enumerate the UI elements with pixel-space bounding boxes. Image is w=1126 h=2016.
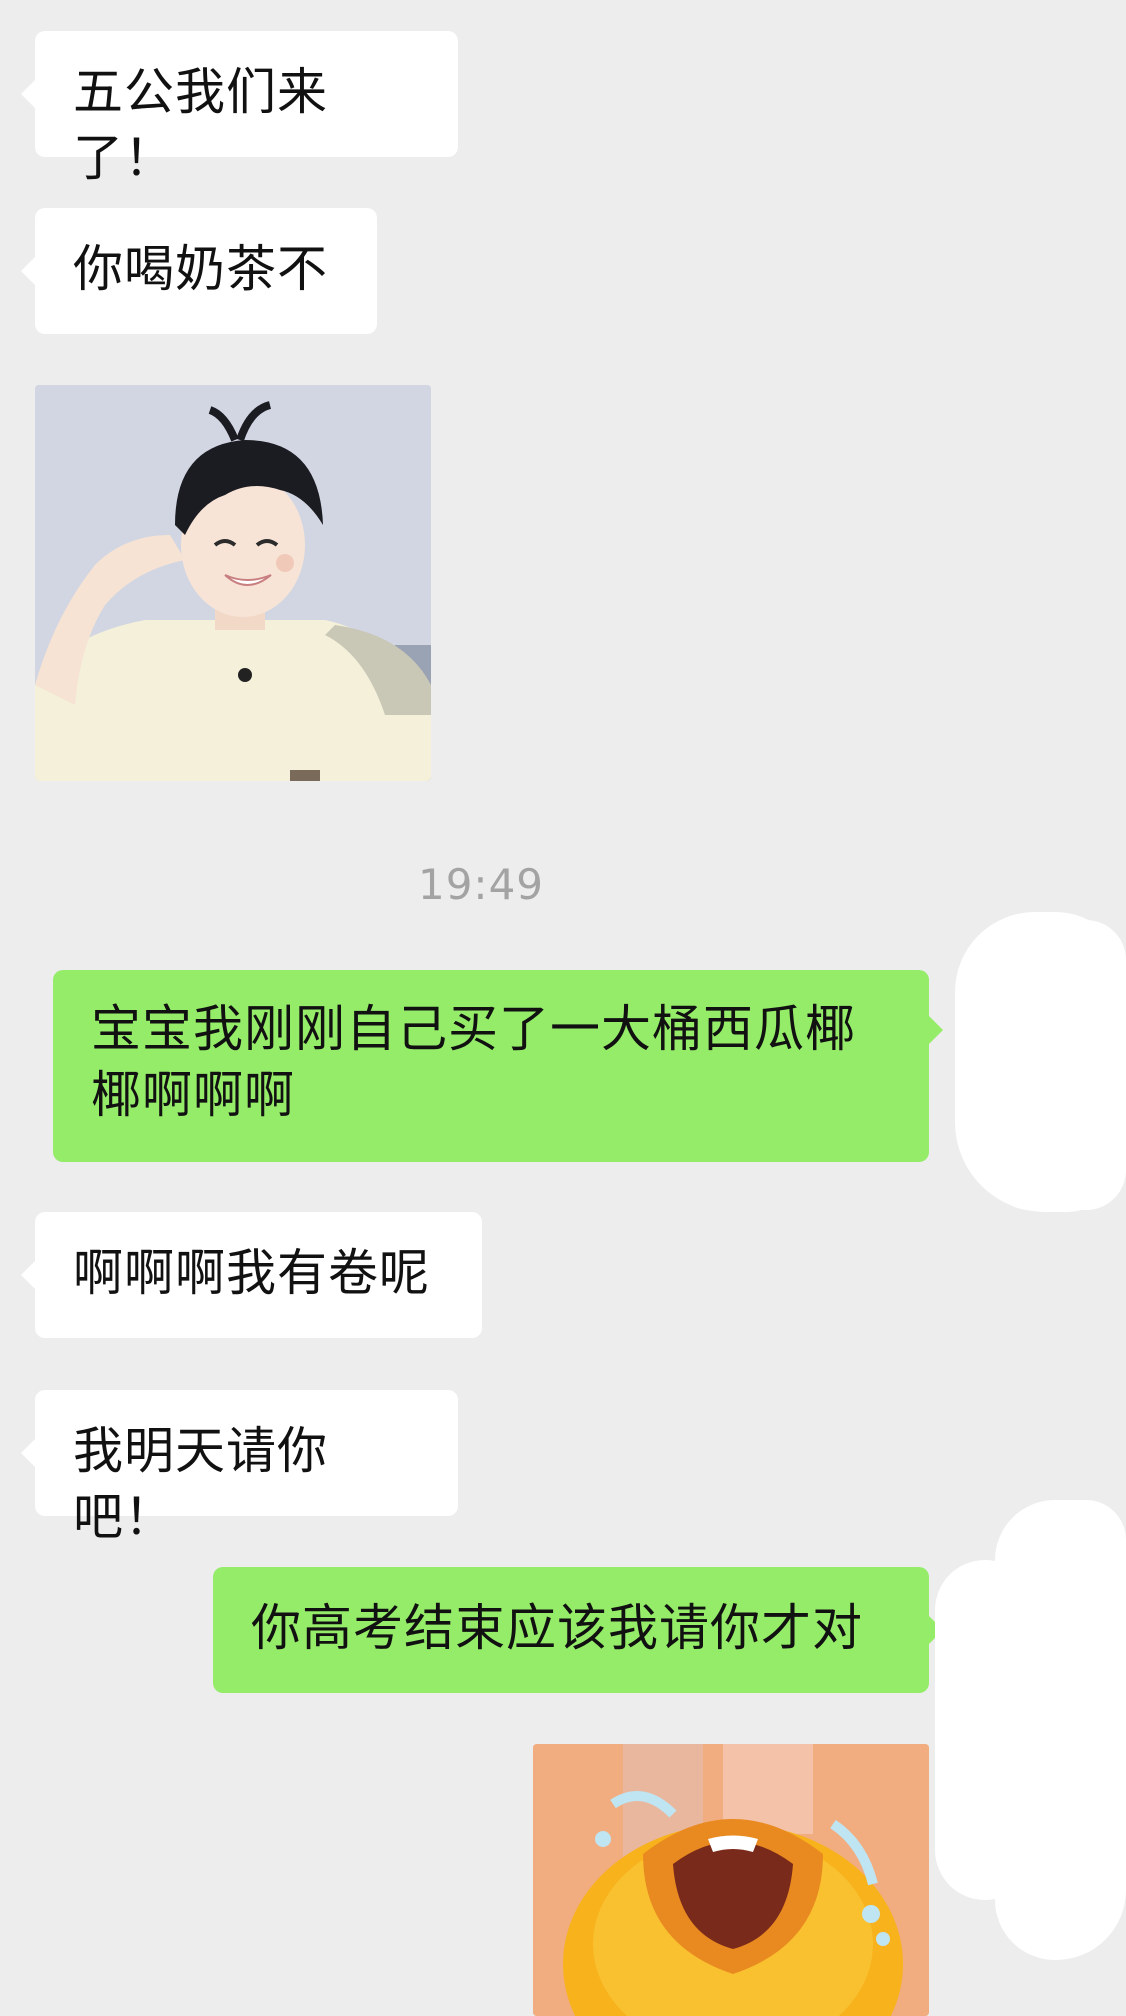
boy-photo-illustration — [35, 385, 431, 781]
incoming-message-bubble[interactable]: 你喝奶茶不 — [21, 208, 377, 334]
redacted-avatar — [990, 920, 1126, 1210]
message-timestamp: 19:49 — [417, 860, 545, 909]
message-text: 啊啊啊我有卷呢 — [73, 1244, 430, 1302]
incoming-message-bubble[interactable]: 五公我们来了！ — [21, 31, 458, 187]
message-text: 我明天请你吧！ — [73, 1422, 328, 1546]
outgoing-sticker-message[interactable] — [533, 1744, 929, 2016]
incoming-image-message[interactable] — [35, 385, 431, 781]
message-text: 五公我们来了！ — [73, 63, 328, 187]
incoming-message-bubble[interactable]: 啊啊啊我有卷呢 — [21, 1212, 482, 1338]
message-text-line: 宝宝我刚刚自己买了一大桶西瓜椰 — [91, 1000, 856, 1058]
chat-message-list[interactable]: 五公我们来了！ 你喝奶茶不 19:49 宝宝我刚刚自己买了一大桶西瓜椰 椰啊啊啊… — [0, 0, 1126, 2016]
message-text: 你喝奶茶不 — [73, 240, 328, 298]
crying-duck-sticker — [533, 1744, 929, 2016]
redacted-avatar — [935, 1560, 1035, 1900]
message-text-line: 椰啊啊啊 — [91, 1066, 295, 1124]
outgoing-message-bubble[interactable]: 你高考结束应该我请你才对 — [213, 1567, 943, 1693]
outgoing-message-bubble[interactable]: 宝宝我刚刚自己买了一大桶西瓜椰 椰啊啊啊 — [53, 970, 943, 1162]
message-text: 你高考结束应该我请你才对 — [251, 1599, 863, 1657]
incoming-message-bubble[interactable]: 我明天请你吧！ — [21, 1390, 458, 1546]
